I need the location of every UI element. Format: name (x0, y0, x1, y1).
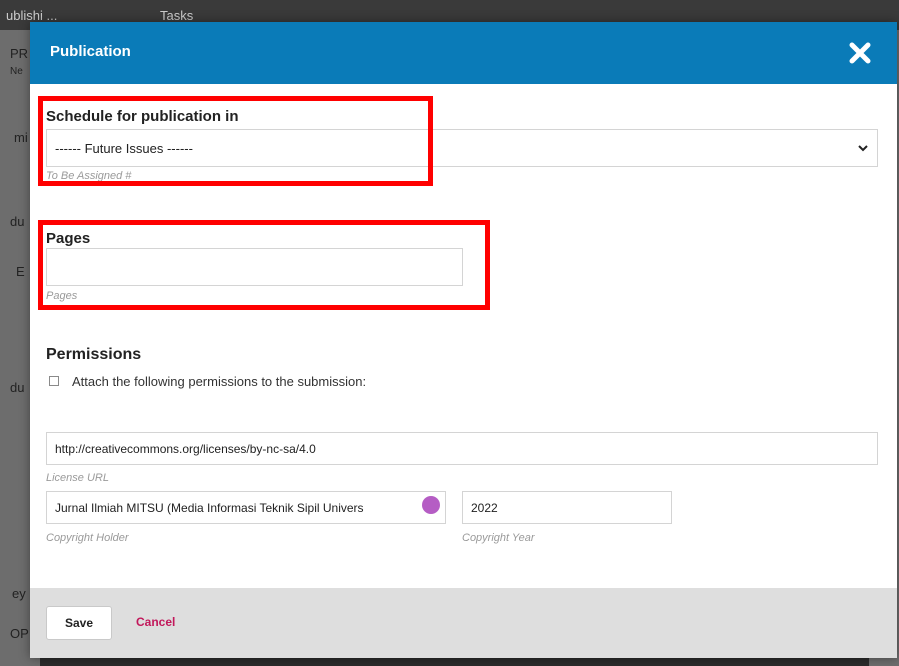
modal-title: Publication (50, 43, 131, 60)
schedule-help: To Be Assigned # (46, 170, 132, 182)
mouse-cursor-indicator (422, 496, 440, 514)
permissions-checkbox[interactable] (49, 376, 59, 386)
copyright-holder-input[interactable]: Jurnal Ilmiah MITSU (Media Informasi Tek… (46, 491, 446, 524)
background-fragment: PR (10, 46, 29, 61)
background-site-name: ublishi ... (6, 8, 58, 23)
background-fragment: Ne (10, 66, 23, 77)
schedule-select[interactable]: ------ Future Issues ------ (46, 129, 878, 167)
background-tasks-label: Tasks (160, 8, 194, 23)
save-button[interactable]: Save (46, 606, 112, 640)
publication-modal: Publication Schedule for publication in … (30, 22, 897, 658)
pages-input[interactable] (46, 248, 463, 286)
schedule-label: Schedule for publication in (46, 108, 239, 125)
pages-label: Pages (46, 230, 91, 247)
permissions-checkbox-label: Attach the following permissions to the … (72, 374, 367, 389)
background-fragment: E (16, 264, 25, 279)
copyright-year-help: Copyright Year (462, 532, 535, 544)
copyright-year-input[interactable]: 2022 (462, 491, 672, 524)
schedule-selected-value: ------ Future Issues ------ (55, 140, 193, 156)
close-icon (849, 42, 871, 64)
cancel-link[interactable]: Cancel (136, 615, 175, 629)
close-button[interactable] (843, 36, 877, 70)
background-fragment: du (10, 214, 25, 229)
modal-footer: Save Cancel (30, 588, 897, 658)
background-fragment: ey (12, 586, 26, 601)
copyright-holder-help: Copyright Holder (46, 532, 129, 544)
chevron-down-icon (858, 145, 868, 152)
license-url-input[interactable]: http://creativecommons.org/licenses/by-n… (46, 432, 878, 465)
pages-help: Pages (46, 290, 78, 302)
background-fragment: OP (10, 626, 29, 641)
license-url-help: License URL (46, 472, 109, 484)
background-fragment: mi (14, 130, 28, 145)
modal-header: Publication (30, 22, 897, 84)
background-fragment: du (10, 380, 25, 395)
permissions-title: Permissions (46, 346, 142, 363)
